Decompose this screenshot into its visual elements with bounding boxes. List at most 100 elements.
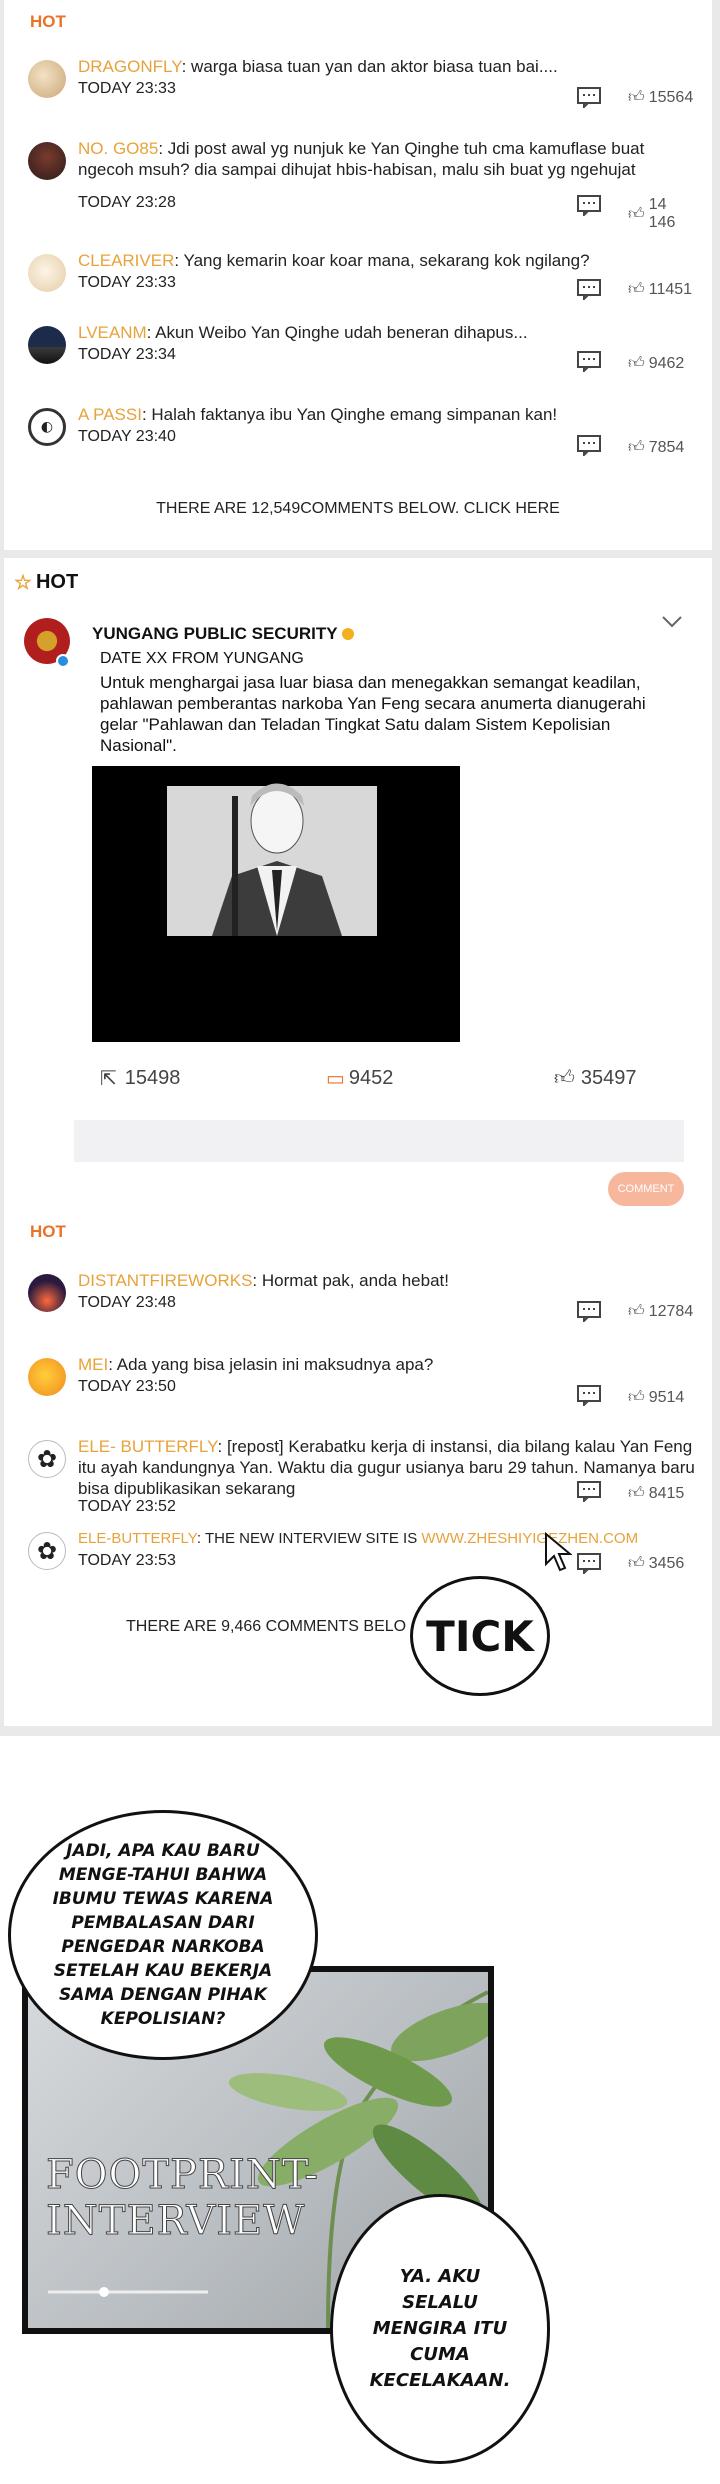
comment-item: ✿ ELE-BUTTERFLY: THE NEW INTERVIEW SITE … bbox=[28, 1528, 696, 1588]
comment-time: TODAY 23:28 bbox=[78, 194, 176, 211]
like-count[interactable]: 👍︎ 12784 bbox=[628, 1302, 693, 1321]
comment-username[interactable]: CLEARIVER bbox=[78, 251, 174, 270]
comment-username[interactable]: NO. GO85 bbox=[78, 139, 158, 158]
comment-body: : warga biasa tuan yan dan aktor biasa t… bbox=[181, 57, 558, 76]
like-count[interactable]: 👍︎ 11451 bbox=[628, 280, 692, 299]
share-icon: ⇱ bbox=[100, 1068, 117, 1090]
character-illustration bbox=[167, 783, 377, 936]
hot-header: ☆ HOT bbox=[14, 570, 78, 595]
avatar[interactable] bbox=[28, 326, 66, 364]
interview-site-link[interactable]: WWW.ZHESHIYIGEZHEN.COM bbox=[421, 1530, 638, 1547]
post-panel: ☆ HOT YUNGANG PUBLIC SECURITY DATE XX FRO… bbox=[4, 558, 712, 1726]
comment-item: DRAGONFLY: warga biasa tuan yan dan akto… bbox=[28, 56, 696, 116]
comments-panel-1: HOT DRAGONFLY: warga biasa tuan yan dan … bbox=[4, 0, 712, 550]
like-value: 14 146 bbox=[648, 196, 676, 231]
like-value: 8415 bbox=[648, 1484, 685, 1502]
avatar[interactable]: ✿ bbox=[28, 1440, 66, 1478]
like-count[interactable]: 👍︎ 9514 bbox=[628, 1388, 684, 1407]
post-image[interactable] bbox=[92, 766, 460, 1042]
reply-icon[interactable] bbox=[576, 434, 602, 456]
like-value: 15564 bbox=[648, 88, 694, 106]
avatar[interactable] bbox=[28, 1358, 66, 1396]
like-value: 7854 bbox=[648, 438, 685, 456]
speech-bubble-question: JADI, APA KAU BARU MENGE-TAHUI BAHWA IBU… bbox=[8, 1810, 318, 2060]
comment-time: TODAY 23:53 bbox=[78, 1552, 176, 1569]
avatar[interactable] bbox=[28, 254, 66, 292]
thumbs-up-icon: 👍︎ bbox=[628, 1389, 645, 1406]
chevron-down-icon[interactable] bbox=[660, 614, 684, 630]
like-value: 9514 bbox=[648, 1388, 685, 1406]
like-count[interactable]: 👍︎ 14 146 bbox=[628, 196, 696, 232]
comment-username[interactable]: DRAGONFLY bbox=[78, 57, 182, 76]
comment-time: TODAY 23:33 bbox=[78, 80, 176, 97]
comment-input[interactable] bbox=[74, 1120, 684, 1162]
verified-icon bbox=[56, 654, 70, 668]
more-comments-link[interactable]: THERE ARE 9,466 COMMENTS BELO bbox=[126, 1618, 406, 1636]
star-icon: ☆ bbox=[14, 572, 32, 594]
butterfly-icon: ✿ bbox=[36, 1537, 58, 1565]
thumbs-up-icon: 👍︎ bbox=[628, 1303, 645, 1320]
comment-username[interactable]: A PASSI bbox=[78, 405, 142, 424]
thumbs-up-icon: 👍︎ bbox=[628, 1555, 645, 1572]
reply-icon[interactable] bbox=[576, 1552, 602, 1574]
hot-label: HOT bbox=[35, 571, 79, 593]
comment-item: LVEANM: Akun Weibo Yan Qinghe udah bener… bbox=[28, 322, 696, 382]
comment-text: ELE-BUTTERFLY: THE NEW INTERVIEW SITE IS… bbox=[78, 1528, 696, 1549]
comment-stat[interactable]: ▭ 9452 bbox=[326, 1066, 393, 1091]
like-count[interactable]: 👍︎ 15564 bbox=[628, 88, 693, 107]
thumbs-up-icon: 👍︎ bbox=[628, 281, 645, 298]
reply-icon[interactable] bbox=[576, 278, 602, 300]
comment-count: 9452 bbox=[348, 1067, 394, 1089]
comment-item: CLEARIVER: Yang kemarin koar koar mana, … bbox=[28, 250, 696, 310]
avatar[interactable]: ◐ bbox=[28, 408, 66, 446]
comment-time: TODAY 23:40 bbox=[78, 428, 176, 445]
like-value: 12784 bbox=[648, 1302, 694, 1320]
comment-body: : Halah faktanya ibu Yan Qinghe emang si… bbox=[141, 405, 558, 424]
comment-item: ◐ A PASSI: Halah faktanya ibu Yan Qinghe… bbox=[28, 404, 696, 464]
like-value: 3456 bbox=[648, 1554, 685, 1572]
like-count[interactable]: 👍︎ 7854 bbox=[628, 438, 684, 457]
comment-body: : Jdi post awal yg nunjuk ke Yan Qinghe … bbox=[78, 139, 645, 179]
comment-item: MEI: Ada yang bisa jelasin ini maksudnya… bbox=[28, 1354, 696, 1414]
avatar[interactable] bbox=[28, 60, 66, 98]
like-count[interactable]: 👍︎ 9462 bbox=[628, 354, 684, 373]
cursor-icon bbox=[545, 1532, 572, 1572]
reply-icon[interactable] bbox=[576, 350, 602, 372]
like-count[interactable]: 👍︎ 3456 bbox=[628, 1554, 684, 1573]
comment-text: DRAGONFLY: warga biasa tuan yan dan akto… bbox=[78, 56, 696, 77]
comment-username[interactable]: MEI bbox=[78, 1355, 108, 1374]
comment-time: TODAY 23:50 bbox=[78, 1378, 176, 1395]
comment-username[interactable]: LVEANM bbox=[78, 323, 147, 342]
avatar[interactable] bbox=[28, 1274, 66, 1312]
comment-button[interactable]: COMMENT bbox=[608, 1172, 684, 1206]
post-body: Untuk menghargai jasa luar biasa dan men… bbox=[100, 673, 646, 755]
more-comments-link[interactable]: THERE ARE 12,549COMMENTS BELOW. CLICK HE… bbox=[4, 500, 712, 518]
reply-icon[interactable] bbox=[576, 194, 602, 216]
reply-icon[interactable] bbox=[576, 1480, 602, 1502]
reply-icon[interactable] bbox=[576, 1384, 602, 1406]
like-stat[interactable]: 👍︎ 35497 bbox=[554, 1066, 637, 1090]
like-total: 35497 bbox=[580, 1066, 637, 1089]
reply-icon[interactable] bbox=[576, 86, 602, 108]
account-name: YUNGANG PUBLIC SECURITY bbox=[92, 624, 338, 643]
badge-icon bbox=[341, 628, 354, 640]
comment-text: LVEANM: Akun Weibo Yan Qinghe udah bener… bbox=[78, 322, 696, 343]
reply-icon[interactable] bbox=[576, 1300, 602, 1322]
thumbs-up-icon: 👍︎ bbox=[628, 205, 645, 223]
comment-text: MEI: Ada yang bisa jelasin ini maksudnya… bbox=[78, 1354, 696, 1375]
avatar[interactable]: ✿ bbox=[28, 1532, 66, 1570]
thumbs-up-icon: 👍︎ bbox=[628, 89, 645, 106]
comment-icon: ▭ bbox=[326, 1068, 345, 1090]
comment-username[interactable]: ELE- BUTTERFLY bbox=[78, 1437, 218, 1456]
comment-body: : Hormat pak, anda hebat! bbox=[252, 1271, 449, 1290]
comment-username[interactable]: DISTANTFIREWORKS bbox=[78, 1271, 252, 1290]
comment-body: : Yang kemarin koar koar mana, sekarang … bbox=[174, 251, 590, 270]
avatar[interactable] bbox=[28, 142, 66, 180]
like-count[interactable]: 👍︎ 8415 bbox=[628, 1484, 684, 1503]
comment-time: TODAY 23:48 bbox=[78, 1294, 176, 1311]
hot-label: HOT bbox=[30, 1222, 66, 1241]
comment-username[interactable]: ELE-BUTTERFLY bbox=[78, 1530, 197, 1547]
comment-text: DISTANTFIREWORKS: Hormat pak, anda hebat… bbox=[78, 1270, 696, 1291]
share-stat[interactable]: ⇱ 15498 bbox=[100, 1066, 180, 1091]
post-account[interactable]: YUNGANG PUBLIC SECURITY bbox=[92, 624, 354, 644]
